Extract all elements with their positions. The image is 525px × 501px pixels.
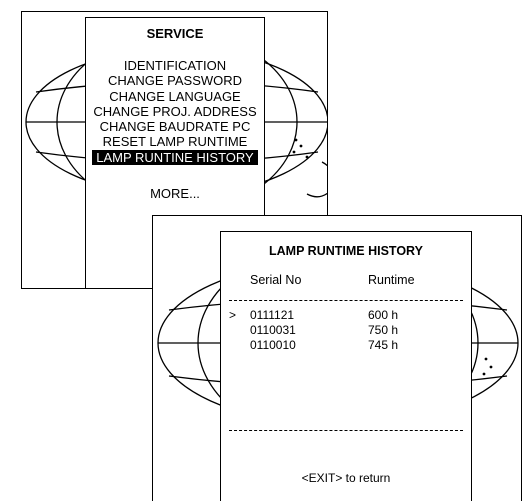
lamp-history-panel: LAMP RUNTIME HISTORY Serial No Runtime >… [220,231,472,501]
table-row[interactable]: 0110010 745 h [221,338,471,353]
row-selection-marker: > [229,308,237,322]
menu-item-change-language[interactable]: CHANGE LANGUAGE [86,89,264,104]
table-row[interactable]: > 0111121 600 h [221,308,471,323]
service-menu-list: IDENTIFICATION CHANGE PASSWORD CHANGE LA… [86,58,264,165]
row-runtime: 600 h [368,308,399,322]
menu-item-label: CHANGE PASSWORD [107,73,243,89]
column-header-runtime: Runtime [368,273,415,287]
row-serial: 0111121 [250,308,295,322]
menu-item-change-proj-address[interactable]: CHANGE PROJ. ADDRESS [86,104,264,119]
lamp-history-title: LAMP RUNTIME HISTORY [269,244,423,258]
menu-item-label: CHANGE BAUDRATE PC [99,119,251,135]
row-runtime: 745 h [368,338,399,352]
menu-item-label: LAMP RUNTINE HISTORY [92,149,258,165]
row-runtime: 750 h [368,323,399,337]
menu-item-more[interactable]: MORE... [86,186,264,201]
column-header-serial: Serial No [250,273,302,287]
table-row[interactable]: 0110031 750 h [221,323,471,338]
menu-item-label: RESET LAMP RUNTIME [102,134,248,150]
row-serial: 0110010 [250,338,296,352]
footer-divider [229,430,463,431]
header-divider [229,300,463,301]
exit-hint: <EXIT> to return [301,471,391,485]
menu-item-identification[interactable]: IDENTIFICATION [86,58,264,73]
menu-item-label: CHANGE LANGUAGE [109,88,241,104]
menu-item-reset-lamp-runtime[interactable]: RESET LAMP RUNTIME [86,134,264,149]
service-menu-title: SERVICE [146,26,204,41]
row-serial: 0110031 [250,323,296,337]
menu-item-change-password[interactable]: CHANGE PASSWORD [86,73,264,88]
menu-item-change-baudrate-pc[interactable]: CHANGE BAUDRATE PC [86,119,264,134]
lamp-history-screen: LAMP RUNTIME HISTORY Serial No Runtime >… [152,215,522,501]
menu-item-label: IDENTIFICATION [123,58,227,73]
menu-item-label: CHANGE PROJ. ADDRESS [93,103,257,119]
menu-item-lamp-runtime-history[interactable]: LAMP RUNTINE HISTORY [86,149,264,165]
